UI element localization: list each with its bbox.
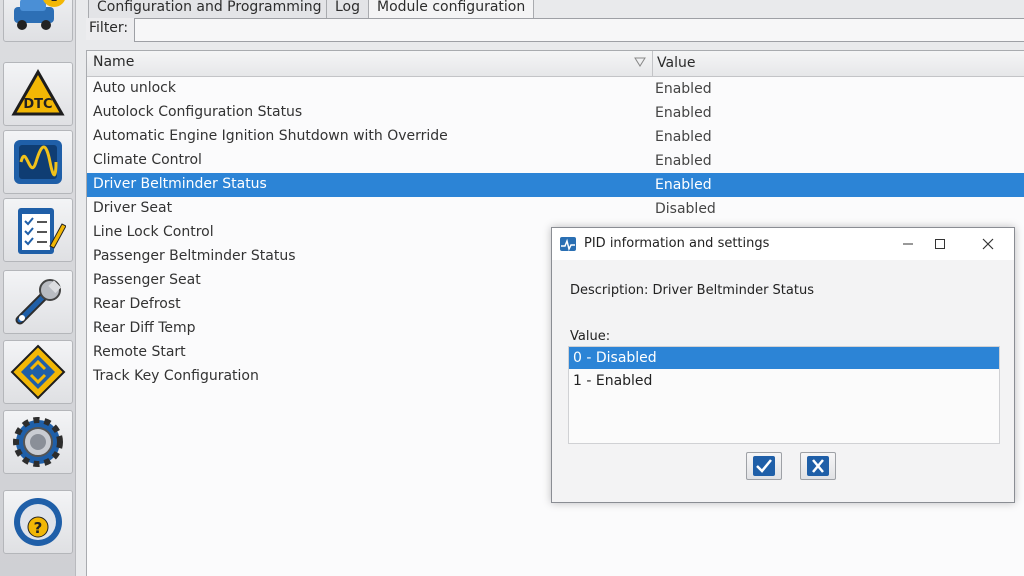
row-name: Track Key Configuration: [93, 368, 259, 384]
oscilloscope-icon: [14, 140, 62, 184]
row-name: Rear Diff Temp: [93, 320, 196, 336]
table-row[interactable]: Auto unlock Enabled: [87, 77, 1024, 101]
cancel-x-icon: [807, 456, 829, 476]
ok-button[interactable]: [746, 452, 782, 480]
table-row[interactable]: Driver Seat Disabled: [87, 197, 1024, 221]
row-name: Climate Control: [93, 152, 202, 168]
settings-button[interactable]: [3, 410, 73, 474]
row-value: Enabled: [655, 105, 712, 121]
row-value: Enabled: [655, 129, 712, 145]
option-enabled[interactable]: 1 - Enabled: [569, 370, 999, 392]
settings-gear-icon: [13, 417, 63, 467]
row-name: Line Lock Control: [93, 224, 214, 240]
tab-configuration-and-programming[interactable]: Configuration and Programming: [88, 0, 331, 18]
close-button[interactable]: [974, 232, 1002, 256]
column-header-name-label: Name: [93, 54, 135, 70]
info-car-icon: i: [14, 0, 65, 30]
checklist-button[interactable]: [3, 198, 73, 262]
row-name: Passenger Beltminder Status: [93, 248, 296, 264]
tab-bar: Configuration and Programming Log Module…: [88, 0, 1024, 18]
close-icon: [982, 238, 994, 250]
tab-log[interactable]: Log: [326, 0, 370, 18]
row-name: Auto unlock: [93, 80, 176, 96]
tab-module-configuration[interactable]: Module configuration: [368, 0, 535, 18]
row-value: Enabled: [655, 177, 712, 193]
table-row[interactable]: Autolock Configuration Status Enabled: [87, 101, 1024, 125]
minimize-icon: [903, 243, 913, 245]
option-disabled[interactable]: 0 - Disabled: [569, 347, 999, 369]
row-name: Autolock Configuration Status: [93, 104, 303, 120]
module-programming-button[interactable]: [3, 340, 73, 404]
module-chip-icon: [10, 344, 66, 400]
help-wheel-icon: ?: [14, 498, 62, 546]
pid-description: Description: Driver Beltminder Status: [570, 283, 814, 298]
column-header-value[interactable]: Value: [655, 55, 695, 71]
table-row[interactable]: Climate Control Enabled: [87, 149, 1024, 173]
row-name: Remote Start: [93, 344, 186, 360]
wrench-icon: [15, 279, 62, 325]
row-name: Driver Beltminder Status: [93, 176, 267, 192]
svg-text:DTC: DTC: [23, 97, 52, 112]
pulse-app-icon: [560, 237, 576, 252]
row-value: Enabled: [655, 153, 712, 169]
filter-input[interactable]: [134, 18, 1024, 42]
checkmark-icon: [753, 456, 775, 476]
dialog-title: PID information and settings: [584, 236, 770, 251]
svg-text:i: i: [51, 0, 57, 5]
dtc-button[interactable]: DTC: [3, 62, 73, 126]
dialog-titlebar[interactable]: PID information and settings: [552, 228, 1014, 260]
row-value: Disabled: [655, 201, 716, 217]
column-header-name[interactable]: Name: [87, 51, 653, 77]
left-toolbar: i DTC: [0, 0, 76, 576]
table-row-selected[interactable]: Driver Beltminder Status Enabled: [87, 173, 1024, 197]
svg-text:?: ?: [34, 519, 43, 537]
table-row[interactable]: Automatic Engine Ignition Shutdown with …: [87, 125, 1024, 149]
row-name: Passenger Seat: [93, 272, 201, 288]
row-value: Enabled: [655, 81, 712, 97]
filter-label: Filter:: [89, 20, 129, 36]
vehicle-info-button[interactable]: i: [3, 0, 73, 42]
table-header: Name Value: [87, 51, 1024, 77]
value-options-list: 0 - Disabled 1 - Enabled: [568, 346, 1000, 444]
row-name: Rear Defrost: [93, 296, 181, 312]
maximize-button[interactable]: [926, 232, 954, 256]
value-label: Value:: [570, 329, 611, 344]
oscilloscope-button[interactable]: [3, 130, 73, 194]
checklist-icon: [18, 208, 66, 254]
pid-settings-dialog: PID information and settings Description…: [551, 227, 1015, 503]
minimize-button[interactable]: [894, 232, 922, 256]
cancel-button[interactable]: [800, 452, 836, 480]
row-name: Automatic Engine Ignition Shutdown with …: [93, 128, 448, 144]
maximize-icon: [935, 239, 945, 249]
sort-arrow-icon: [634, 57, 646, 67]
dtc-icon: DTC: [11, 68, 65, 116]
row-name: Driver Seat: [93, 200, 173, 216]
wrench-button[interactable]: [3, 270, 73, 334]
help-button[interactable]: ?: [3, 490, 73, 554]
filter-row: Filter:: [86, 18, 1024, 42]
